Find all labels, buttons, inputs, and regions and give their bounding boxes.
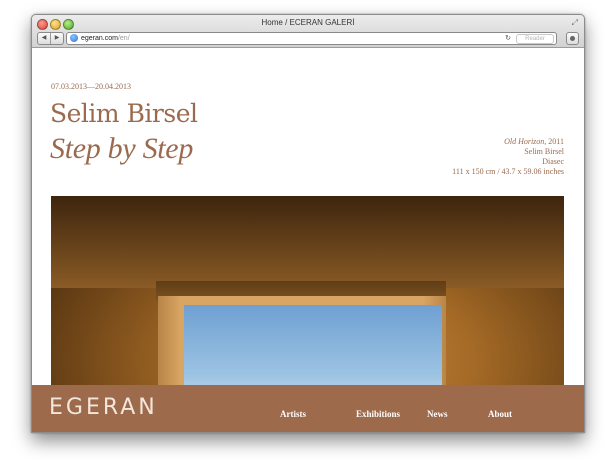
url-text: egeran.com/en/ xyxy=(81,33,130,44)
address-bar[interactable]: egeran.com/en/ ↻ Reader xyxy=(66,32,557,45)
globe-icon xyxy=(70,34,78,42)
artwork-year: , 2011 xyxy=(544,137,564,146)
title-bar: Home / ECERAN GALERİ ⤢ ◀ ▶ egeran.com/en… xyxy=(32,15,584,48)
caption-artist: Selim Birsel xyxy=(524,147,564,156)
artwork-caption: Old Horizon, 2011 Selim Birsel Diasec 11… xyxy=(452,137,564,177)
exhibition-title: Step by Step xyxy=(50,132,194,165)
forward-button[interactable]: ▶ xyxy=(51,33,63,44)
photo-wall xyxy=(51,196,564,288)
back-forward-buttons: ◀ ▶ xyxy=(37,32,64,45)
caption-dimensions: 111 x 150 cm / 43.7 x 59.06 inches xyxy=(452,167,564,176)
reader-button[interactable]: Reader xyxy=(516,34,554,44)
artwork-title: Old Horizon xyxy=(504,137,545,146)
footer-bar: EGERAN Artists Exhibitions News About xyxy=(32,385,584,432)
back-button[interactable]: ◀ xyxy=(38,33,51,44)
artist-name: Selim Birsel xyxy=(50,99,198,128)
caption-medium: Diasec xyxy=(542,157,564,166)
url-domain: egeran.com xyxy=(81,35,118,42)
nav-artists[interactable]: Artists xyxy=(280,409,306,419)
nav-news[interactable]: News xyxy=(427,409,448,419)
egeran-logo[interactable]: EGERAN xyxy=(49,395,158,420)
reload-icon[interactable]: ↻ xyxy=(505,33,511,44)
url-path: /en/ xyxy=(117,35,130,42)
nav-exhibitions[interactable]: Exhibitions xyxy=(356,409,400,419)
nav-about[interactable]: About xyxy=(488,409,512,419)
fullscreen-icon[interactable]: ⤢ xyxy=(572,18,578,28)
downloads-button[interactable] xyxy=(566,32,579,45)
exhibition-dates: 07.03.2013—20.04.2013 xyxy=(51,82,131,91)
browser-window: Home / ECERAN GALERİ ⤢ ◀ ▶ egeran.com/en… xyxy=(31,14,585,433)
window-title: Home / ECERAN GALERİ xyxy=(261,18,355,27)
caption-title-line: Old Horizon, 2011 xyxy=(452,137,564,147)
page-content: 07.03.2013—20.04.2013 Selim Birsel Step … xyxy=(32,48,584,432)
